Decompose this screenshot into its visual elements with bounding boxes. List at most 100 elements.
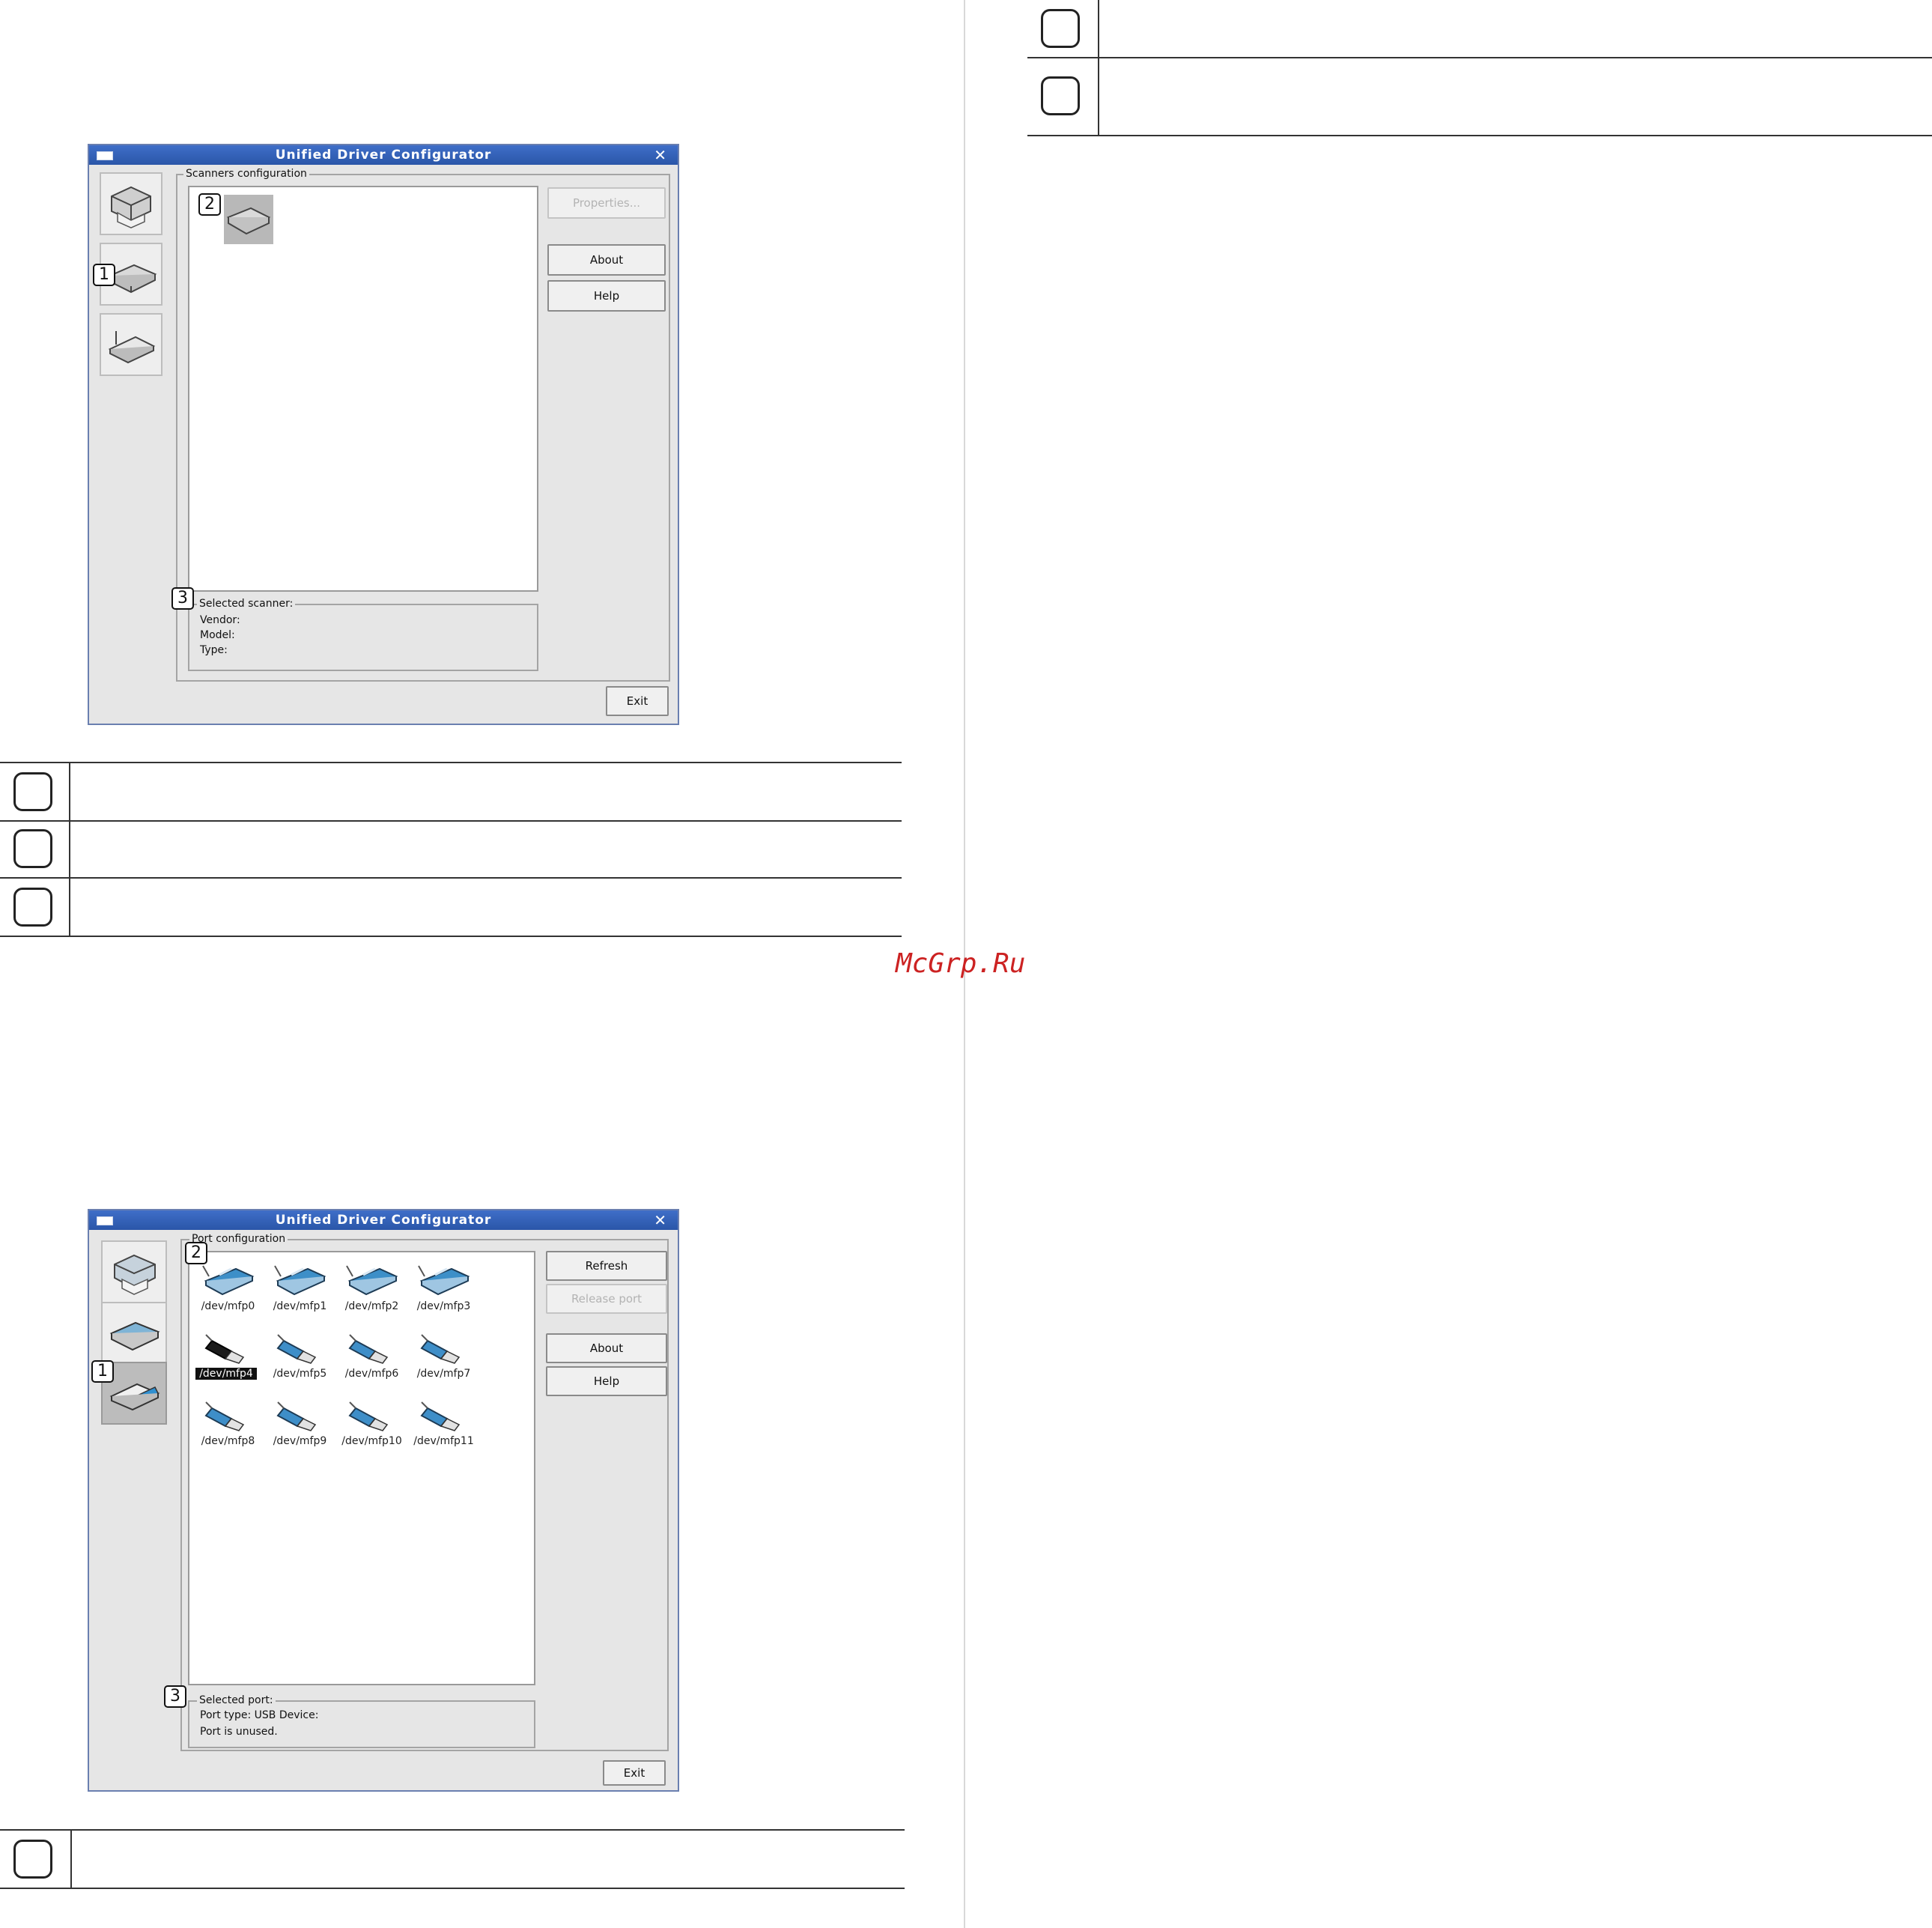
callout-3: 3 bbox=[164, 1685, 186, 1708]
legend-row bbox=[0, 762, 902, 822]
printer-icon bbox=[114, 1254, 156, 1295]
vendor-label: Vendor: bbox=[200, 614, 240, 626]
legend-number-box bbox=[13, 1840, 52, 1879]
port-item[interactable]: /dev/mfp7 bbox=[408, 1326, 479, 1389]
parallel-port-icon bbox=[202, 1265, 255, 1296]
callout-2: 2 bbox=[198, 193, 221, 216]
port-type-line: Port type: USB Device: bbox=[200, 1709, 319, 1721]
port-label: /dev/mfp11 bbox=[413, 1435, 474, 1447]
port-item[interactable]: /dev/mfp9 bbox=[264, 1393, 335, 1457]
scanner-list-item[interactable] bbox=[224, 195, 273, 244]
port-label: /dev/mfp1 bbox=[273, 1300, 327, 1312]
port-item[interactable]: /dev/mfp2 bbox=[336, 1258, 407, 1322]
usb-port-icon bbox=[420, 1334, 461, 1364]
type-label: Type: bbox=[200, 644, 228, 656]
selected-port-label: Selected port: bbox=[197, 1694, 276, 1706]
port-label: /dev/mfp4 bbox=[195, 1368, 257, 1380]
port-label: /dev/mfp6 bbox=[344, 1368, 399, 1380]
title-bar: Unified Driver Configurator ✕ bbox=[89, 1210, 678, 1230]
port-item[interactable]: /dev/mfp8 bbox=[192, 1393, 264, 1457]
group-label: Scanners configuration bbox=[183, 168, 309, 180]
port-configuration-group: Port configuration /dev/mfp0/dev/mfp1/de… bbox=[180, 1233, 669, 1751]
port-label: /dev/mfp7 bbox=[416, 1368, 471, 1380]
help-button[interactable]: Help bbox=[547, 280, 666, 312]
legend-row bbox=[0, 1829, 905, 1889]
window-title: Unified Driver Configurator bbox=[275, 148, 492, 163]
port-item[interactable]: /dev/mfp0 bbox=[192, 1258, 264, 1322]
port-label: /dev/mfp5 bbox=[273, 1368, 327, 1380]
legend-number-box bbox=[1041, 9, 1080, 48]
parallel-port-icon bbox=[346, 1265, 398, 1296]
port-icon bbox=[108, 331, 156, 364]
callout-3: 3 bbox=[171, 587, 194, 610]
legend-table-top-right bbox=[1027, 0, 1932, 136]
usb-port-icon bbox=[204, 1334, 245, 1364]
scanners-config-button[interactable] bbox=[101, 1302, 167, 1365]
port-item[interactable]: /dev/mfp10 bbox=[336, 1393, 407, 1457]
port-label: /dev/mfp8 bbox=[201, 1435, 255, 1447]
legend-table-port bbox=[0, 1829, 905, 1889]
selected-scanner-group: Selected scanner: Vendor: Model: Type: bbox=[188, 598, 538, 671]
printers-config-button[interactable] bbox=[100, 172, 162, 235]
selected-port-group: Selected port: Port type: USB Device: Po… bbox=[188, 1694, 535, 1748]
port-label: /dev/mfp9 bbox=[273, 1435, 327, 1447]
title-bar: Unified Driver Configurator ✕ bbox=[89, 145, 678, 165]
scanner-icon bbox=[109, 1321, 160, 1351]
legend-row bbox=[1027, 0, 1932, 58]
about-button[interactable]: About bbox=[547, 244, 666, 276]
port-config-window: Unified Driver Configurator ✕ Port confi… bbox=[88, 1209, 679, 1792]
window-menu-icon[interactable] bbox=[97, 1216, 113, 1225]
exit-button[interactable]: Exit bbox=[606, 686, 669, 716]
usb-port-icon bbox=[348, 1401, 389, 1431]
parallel-port-icon bbox=[418, 1265, 470, 1296]
window-title: Unified Driver Configurator bbox=[275, 1213, 492, 1228]
callout-1: 1 bbox=[91, 1360, 114, 1383]
watermark: McGrp.Ru bbox=[896, 948, 1026, 979]
usb-port-icon bbox=[276, 1401, 317, 1431]
window-menu-icon[interactable] bbox=[97, 151, 113, 160]
close-icon[interactable]: ✕ bbox=[654, 145, 667, 165]
callout-2: 2 bbox=[185, 1242, 207, 1264]
port-item[interactable]: /dev/mfp5 bbox=[264, 1326, 335, 1389]
properties-button[interactable]: Properties... bbox=[547, 187, 666, 219]
scanner-icon bbox=[226, 207, 271, 235]
port-list[interactable]: /dev/mfp0/dev/mfp1/dev/mfp2/dev/mfp3/dev… bbox=[188, 1251, 535, 1685]
port-item[interactable]: /dev/mfp6 bbox=[336, 1326, 407, 1389]
port-item[interactable]: /dev/mfp11 bbox=[408, 1393, 479, 1457]
port-label: /dev/mfp10 bbox=[341, 1435, 402, 1447]
port-label: /dev/mfp3 bbox=[416, 1300, 471, 1312]
port-item[interactable]: /dev/mfp3 bbox=[408, 1258, 479, 1322]
callout-1: 1 bbox=[93, 264, 115, 286]
legend-number-box bbox=[13, 829, 52, 868]
usb-port-icon bbox=[204, 1401, 245, 1431]
scanners-configuration-group: Scanners configuration Properties... Abo… bbox=[176, 168, 670, 682]
release-port-button[interactable]: Release port bbox=[546, 1284, 667, 1314]
legend-row bbox=[1027, 58, 1932, 136]
legend-number-box bbox=[13, 772, 52, 811]
parallel-port-icon bbox=[274, 1265, 326, 1296]
refresh-button[interactable]: Refresh bbox=[546, 1251, 667, 1281]
exit-button[interactable]: Exit bbox=[603, 1760, 666, 1786]
ports-config-button[interactable] bbox=[100, 313, 162, 376]
port-label: /dev/mfp0 bbox=[201, 1300, 255, 1312]
legend-row bbox=[0, 820, 902, 879]
port-status-line: Port is unused. bbox=[200, 1726, 278, 1738]
usb-port-icon bbox=[276, 1334, 317, 1364]
about-button[interactable]: About bbox=[546, 1333, 667, 1363]
legend-number-box bbox=[13, 888, 52, 927]
port-item[interactable]: /dev/mfp1 bbox=[264, 1258, 335, 1322]
port-item[interactable]: /dev/mfp4 bbox=[192, 1326, 264, 1389]
selected-scanner-label: Selected scanner: bbox=[197, 598, 296, 610]
scanner-config-window: Unified Driver Configurator ✕ Scanners c… bbox=[88, 144, 679, 725]
legend-row bbox=[0, 879, 902, 937]
printer-icon bbox=[111, 186, 151, 228]
usb-port-icon bbox=[420, 1401, 461, 1431]
scanner-list[interactable] bbox=[188, 186, 538, 592]
printers-config-button[interactable] bbox=[101, 1240, 167, 1303]
close-icon[interactable]: ✕ bbox=[654, 1210, 667, 1230]
legend-table-scanner bbox=[0, 762, 902, 937]
help-button[interactable]: Help bbox=[546, 1366, 667, 1396]
usb-port-icon bbox=[348, 1334, 389, 1364]
model-label: Model: bbox=[200, 629, 235, 641]
legend-number-box bbox=[1041, 76, 1080, 115]
